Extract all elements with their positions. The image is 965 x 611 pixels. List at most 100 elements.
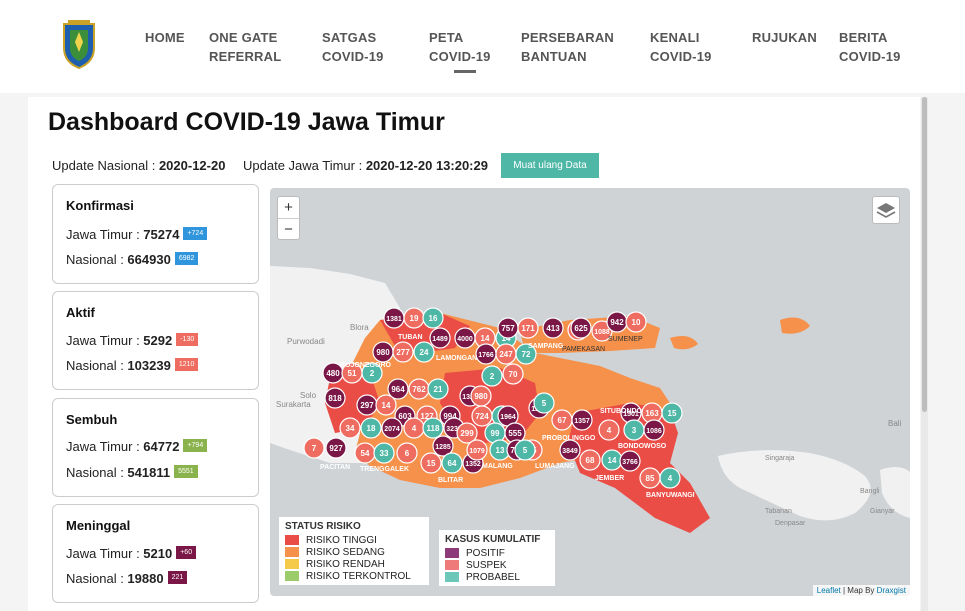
cluster-marker-suspek[interactable]: 277 xyxy=(392,341,414,363)
cluster-count: 625 xyxy=(574,324,588,333)
legend-status-risiko: STATUS RISIKO RISIKO TINGGI RISIKO SEDAN… xyxy=(279,517,429,585)
reload-data-button[interactable]: Muat ulang Data xyxy=(501,153,599,178)
cluster-marker-probabel[interactable]: 5 xyxy=(514,439,536,461)
cluster-marker-probabel[interactable]: 21 xyxy=(427,378,449,400)
legend-kasus-title: KASUS KUMULATIF xyxy=(445,534,541,545)
cluster-count: 1086 xyxy=(646,428,662,435)
cluster-marker-positif[interactable]: 3849 xyxy=(559,439,581,461)
card-row-jatim: Jawa Timur : 75274 +724 xyxy=(66,227,208,242)
cluster-marker-suspek[interactable]: 247 xyxy=(495,343,517,365)
nasional-label: Nasional : xyxy=(66,571,128,586)
scrollbar-thumb[interactable] xyxy=(922,97,927,412)
cluster-marker-positif[interactable]: 980 xyxy=(372,341,394,363)
zoom-out-button[interactable]: − xyxy=(278,218,299,239)
place-label-solo: Solo xyxy=(300,391,317,400)
nav-home[interactable]: HOME xyxy=(145,28,185,47)
covid-map[interactable]: 138119 16 14894000 14 14 757171 413 2 6 625 108894… xyxy=(270,188,910,596)
cluster-marker-probabel[interactable]: 64 xyxy=(441,452,463,474)
cluster-count: 1079 xyxy=(469,448,485,455)
cluster-count: 818 xyxy=(328,394,342,403)
cluster-marker-suspek[interactable]: 14 xyxy=(375,394,397,416)
nav-rujukan[interactable]: RUJUKAN xyxy=(752,28,817,47)
cluster-marker-probabel[interactable]: 2 xyxy=(481,365,503,387)
jatim-logo-icon[interactable] xyxy=(60,18,98,70)
cluster-marker-suspek[interactable]: 724 xyxy=(471,405,493,427)
cluster-count: 4 xyxy=(412,424,417,433)
cluster-marker-probabel[interactable]: 4 xyxy=(659,467,681,489)
cluster-marker-probabel[interactable]: 118 xyxy=(422,417,444,439)
cluster-count: 10 xyxy=(632,318,641,327)
nav-persebaran-bantuan[interactable]: PERSEBARAN BANTUAN xyxy=(521,28,614,66)
cluster-marker-suspek[interactable]: 54 xyxy=(354,442,376,464)
cluster-marker-suspek[interactable]: 6 xyxy=(396,442,418,464)
cluster-marker-suspek[interactable]: 1079 xyxy=(466,439,488,461)
cluster-marker-probabel[interactable]: 3 xyxy=(623,419,645,441)
cluster-marker-suspek[interactable]: 762 xyxy=(408,378,430,400)
draxgist-link[interactable]: Draxgist xyxy=(877,586,906,595)
nav-satgas[interactable]: SATGAS COVID-19 xyxy=(322,28,384,66)
cluster-marker-probabel[interactable]: 33 xyxy=(373,442,395,464)
cluster-marker-positif[interactable]: 757 xyxy=(497,317,519,339)
cluster-marker-positif[interactable]: 2074 xyxy=(381,417,403,439)
zoom-in-button[interactable]: + xyxy=(278,197,299,218)
nasional-delta-badge: 1210 xyxy=(174,358,199,371)
cluster-marker-suspek[interactable]: 7 xyxy=(303,437,325,459)
cluster-marker-positif[interactable]: 625 xyxy=(570,317,592,339)
cluster-marker-suspek[interactable]: 68 xyxy=(579,449,601,471)
cluster-marker-probabel[interactable]: 18 xyxy=(360,417,382,439)
card-row-jatim: Jawa Timur : 64772 +794 xyxy=(66,439,208,454)
cluster-marker-probabel[interactable]: 14 xyxy=(601,449,623,471)
cluster-marker-suspek[interactable]: 171 xyxy=(517,317,539,339)
nav-peta-covid[interactable]: PETA COVID-19 xyxy=(429,28,491,66)
cluster-marker-suspek[interactable]: 4 xyxy=(598,419,620,441)
cluster-count: 34 xyxy=(346,424,355,433)
cluster-count: 5 xyxy=(542,399,547,408)
cluster-marker-suspek[interactable]: 10 xyxy=(625,311,647,333)
cluster-marker-suspek[interactable]: 4 xyxy=(403,417,425,439)
legend-item: RISIKO TERKONTROL xyxy=(285,570,423,582)
cluster-count: 413 xyxy=(546,324,560,333)
cluster-marker-positif[interactable]: 1357 xyxy=(571,409,593,431)
cluster-marker-suspek[interactable]: 85 xyxy=(639,467,661,489)
cluster-marker-probabel[interactable]: 15 xyxy=(661,402,683,424)
cluster-count: 1088 xyxy=(594,329,610,336)
cluster-marker-positif[interactable]: 818 xyxy=(324,387,346,409)
cluster-marker-positif[interactable]: 1381 xyxy=(383,307,405,329)
nasional-label: Nasional : xyxy=(66,465,128,480)
layers-button[interactable] xyxy=(872,196,900,224)
cluster-marker-positif[interactable]: 1086 xyxy=(643,419,665,441)
cluster-count: 16 xyxy=(429,314,438,323)
place-label-probolinggo: PROBOLINGGO xyxy=(542,435,596,442)
leaflet-link[interactable]: Leaflet xyxy=(817,586,841,595)
cluster-marker-suspek[interactable]: 19 xyxy=(403,307,425,329)
cluster-marker-positif[interactable]: 1489 xyxy=(429,327,451,349)
cluster-marker-positif[interactable]: 297 xyxy=(356,394,378,416)
cluster-marker-probabel[interactable]: 5 xyxy=(533,392,555,414)
land-kangean xyxy=(780,317,810,334)
cluster-marker-positif[interactable]: 927 xyxy=(325,437,347,459)
jatim-delta-badge: +724 xyxy=(183,227,208,240)
cluster-marker-probabel[interactable]: 24 xyxy=(413,341,435,363)
nav-berita-covid[interactable]: BERITA COVID-19 xyxy=(839,28,901,66)
cluster-marker-probabel[interactable]: 16 xyxy=(422,307,444,329)
card-row-nasional: Nasional : 103239 1210 xyxy=(66,358,199,373)
cluster-marker-suspek[interactable]: 15 xyxy=(420,452,442,474)
place-label-tabanan: Tabanan xyxy=(765,508,792,515)
cluster-marker-suspek[interactable]: 67 xyxy=(551,409,573,431)
cluster-marker-positif[interactable]: 3766 xyxy=(619,450,641,472)
cluster-marker-positif[interactable]: 942 xyxy=(606,311,628,333)
cluster-marker-positif[interactable]: 1766 xyxy=(475,343,497,365)
cluster-marker-positif[interactable]: 413 xyxy=(542,317,564,339)
nav-one-gate-referral[interactable]: ONE GATE REFERRAL xyxy=(209,28,281,66)
cluster-count: 1964 xyxy=(500,414,516,421)
nav-label-line1: BERITA xyxy=(839,30,888,45)
cluster-marker-positif[interactable]: 4000 xyxy=(454,327,476,349)
cluster-count: 2 xyxy=(490,372,495,381)
cluster-marker-suspek[interactable]: 34 xyxy=(339,417,361,439)
layers-icon xyxy=(876,203,896,218)
place-label-lamongan: LAMONGAN xyxy=(436,355,477,362)
cluster-count: 3 xyxy=(632,426,637,435)
cluster-marker-suspek[interactable]: 70 xyxy=(502,363,524,385)
cluster-marker-suspek[interactable]: 980 xyxy=(470,385,492,407)
nav-kenali-covid[interactable]: KENALI COVID-19 xyxy=(650,28,712,66)
